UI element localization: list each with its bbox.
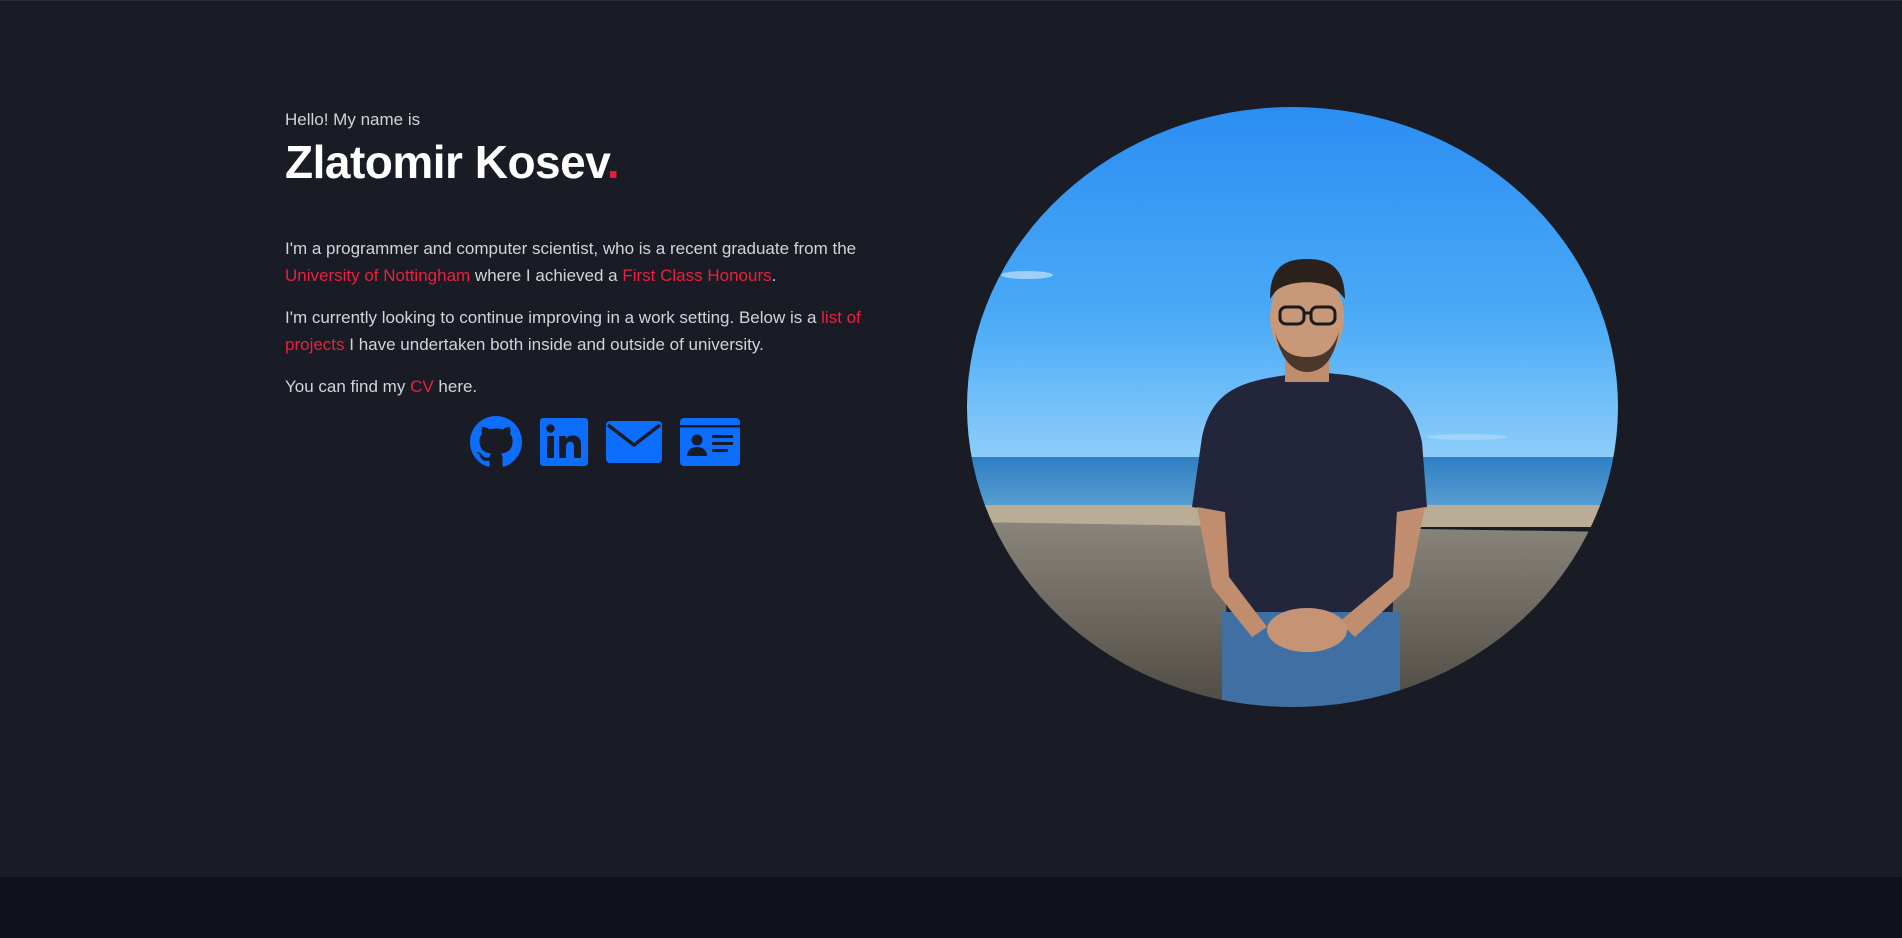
bio-text: where I achieved a <box>470 265 623 285</box>
name-dot: . <box>606 136 620 188</box>
intro-section: Hello! My name is Zlatomir Kosev. I'm a … <box>285 108 925 417</box>
contact-card-link[interactable] <box>680 418 740 466</box>
bio-text: I'm a programmer and computer scientist,… <box>285 239 857 258</box>
bio-paragraph-projects: I'm currently looking to continue improv… <box>285 305 925 358</box>
email-link[interactable] <box>606 421 662 463</box>
university-link[interactable]: University of Nottingham <box>285 266 470 285</box>
bio-text: . <box>771 265 777 285</box>
page-title: Zlatomir Kosev. <box>285 134 925 190</box>
footer <box>0 877 1902 938</box>
linkedin-link[interactable] <box>540 418 588 466</box>
linkedin-icon <box>540 418 588 466</box>
bio-text: I'm currently looking to continue improv… <box>285 308 822 327</box>
cv-link[interactable]: CV <box>410 377 434 396</box>
social-links <box>470 416 740 468</box>
bio-text: I have undertaken both inside and outsid… <box>344 334 764 354</box>
contact-card-icon <box>680 418 740 466</box>
github-link[interactable] <box>470 416 522 468</box>
bio-paragraph-cv: You can find my CV here. <box>285 374 925 401</box>
honours-link[interactable]: First Class Honours <box>622 266 771 285</box>
bio-paragraph-education: I'm a programmer and computer scientist,… <box>285 236 925 289</box>
profile-photo <box>967 107 1618 707</box>
greeting-text: Hello! My name is <box>285 110 421 129</box>
name-text: Zlatomir Kosev <box>285 136 607 188</box>
github-icon <box>470 416 522 467</box>
bio: I'm a programmer and computer scientist,… <box>285 236 925 401</box>
bio-text: You can find my <box>285 377 411 396</box>
profile-photo-illustration <box>967 107 1618 707</box>
page: Hello! My name is Zlatomir Kosev. I'm a … <box>0 0 1902 938</box>
email-icon <box>606 421 662 463</box>
bio-text: here. <box>433 377 478 396</box>
top-divider <box>0 0 1902 1</box>
